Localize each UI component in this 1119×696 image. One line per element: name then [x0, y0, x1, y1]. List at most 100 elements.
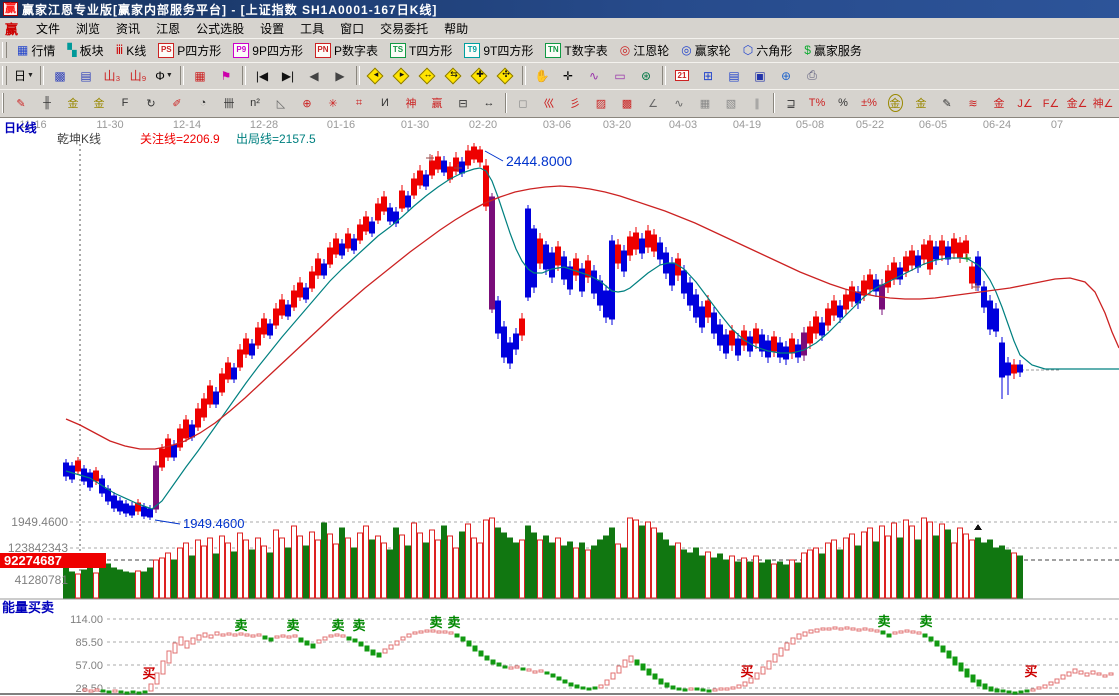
menu-item-2[interactable]: 资讯 — [108, 18, 148, 39]
gann-wheel-button[interactable]: ◎江恩轮 — [614, 40, 676, 61]
rail-count-tool-button[interactable]: 卌 — [216, 92, 242, 115]
spider-web-tool-button[interactable]: ⌗ — [346, 92, 372, 115]
p-number-table-button[interactable]: PNP数字表 — [309, 40, 384, 61]
histogram9-button[interactable]: 山₉ — [125, 64, 151, 88]
next-page-button[interactable]: ▶ — [327, 64, 353, 88]
measure-tool-button[interactable]: ∿ — [581, 64, 607, 88]
rail-lines-tool-button[interactable]: ╫ — [34, 92, 60, 115]
analysis-brain-button[interactable]: ⊛ — [633, 64, 659, 88]
calculator-button[interactable]: ⊞ — [695, 64, 721, 88]
spiral-tool-button[interactable]: ↻ — [138, 92, 164, 115]
gold-wave-tool-button[interactable]: ≋ — [960, 92, 986, 115]
gold-red-tool-button[interactable]: 金 — [986, 92, 1012, 115]
last-page-button[interactable]: ▶| — [275, 64, 301, 88]
p-square-button[interactable]: PSP四方形 — [152, 40, 227, 61]
f-rail-tool-button[interactable]: F — [112, 92, 138, 115]
fan-lines-tool-button[interactable]: 巛 — [536, 92, 562, 115]
toolbar-drag-handle[interactable] — [2, 93, 4, 113]
compress-left-diamond-button[interactable]: ◂ — [363, 64, 389, 88]
gold-level-tool-button[interactable]: 金 — [908, 92, 934, 115]
menu-item-9[interactable]: 帮助 — [436, 18, 476, 39]
first-page-button[interactable]: |◀ — [249, 64, 275, 88]
histogram3-button[interactable]: 山₃ — [99, 64, 125, 88]
f-angle-tool-button[interactable]: F∠ — [1038, 92, 1064, 115]
menu-item-6[interactable]: 工具 — [292, 18, 332, 39]
zigzag-tool-button[interactable]: ∿ — [666, 92, 692, 115]
hexagon-button[interactable]: ⬡六角形 — [737, 40, 799, 61]
nine-p-square-button[interactable]: P99P四方形 — [227, 40, 309, 61]
percent-tool-button[interactable]: % — [830, 92, 856, 115]
t-number-table-button[interactable]: TNT数字表 — [539, 40, 613, 61]
flag-marker-button[interactable]: ⚑ — [213, 64, 239, 88]
menu-item-5[interactable]: 设置 — [252, 18, 292, 39]
kline-button[interactable]: ⅲK线 — [110, 40, 153, 61]
angle-line-tool-button[interactable]: ∠ — [640, 92, 666, 115]
menu-item-4[interactable]: 公式选股 — [188, 18, 252, 39]
prev-page-button[interactable]: ◀ — [301, 64, 327, 88]
parallel-lines-tool-button[interactable]: ∥ — [744, 92, 770, 115]
shade-grid-tool-button[interactable]: ▨ — [588, 92, 614, 115]
single-candle-button[interactable]: Φ▼ — [151, 64, 177, 88]
fit-screen-diamond-button[interactable]: ✣ — [493, 64, 519, 88]
period-day-button[interactable]: 日▼ — [11, 64, 37, 88]
chart-area[interactable]: 11-1611-3012-1412-2801-1601-3002-2003-06… — [0, 117, 1119, 696]
menu-item-1[interactable]: 浏览 — [68, 18, 108, 39]
kline-chart[interactable]: 11-1611-3012-1412-2801-1601-3002-2003-06… — [0, 118, 1119, 696]
grid-fill2-tool-button[interactable]: ▧ — [718, 92, 744, 115]
ink-brush-tool-button[interactable]: ✎ — [934, 92, 960, 115]
save-button[interactable]: ▣ — [747, 64, 773, 88]
hand-tool-button[interactable]: ✋ — [529, 64, 555, 88]
winner-wheel-button[interactable]: ◎赢家轮 — [675, 40, 737, 61]
wave-mark-tool-button[interactable]: И — [372, 92, 398, 115]
span-tool-button[interactable]: ↔ — [476, 92, 502, 115]
sectors-button[interactable]: ▚板块 — [61, 40, 109, 61]
expand-all-diamond-button[interactable]: ✚ — [467, 64, 493, 88]
notepad-button[interactable]: ▤ — [721, 64, 747, 88]
ying-grid-tool-button[interactable]: 赢 — [424, 92, 450, 115]
box-frame-tool-button[interactable]: ◻ — [510, 92, 536, 115]
red-window-button[interactable]: ▦ — [187, 64, 213, 88]
compress-right-diamond-button[interactable]: ▸ — [389, 64, 415, 88]
shen-angle-tool-button[interactable]: 神∠ — [1090, 92, 1116, 115]
price-scale-tool-button[interactable]: ⊒ — [778, 92, 804, 115]
angle-fan-tool-button[interactable]: 彡 — [562, 92, 588, 115]
brush-tool-button[interactable]: ✎ — [8, 92, 34, 115]
radial-grid-tool-button[interactable]: ✳ — [320, 92, 346, 115]
h-compress-diamond-button[interactable]: ↔ — [415, 64, 441, 88]
marker-pen-tool-button[interactable]: ✐ — [164, 92, 190, 115]
mirror-angle-tool-button[interactable]: ◺ — [268, 92, 294, 115]
menu-item-3[interactable]: 江恩 — [148, 18, 188, 39]
ruler-tool-button[interactable]: ⊟ — [450, 92, 476, 115]
quotes-button[interactable]: ▦行情 — [11, 40, 61, 61]
save-net-button[interactable]: ⊕ — [773, 64, 799, 88]
menu-item-7[interactable]: 窗口 — [332, 18, 372, 39]
t-square-button[interactable]: TST四方形 — [384, 40, 458, 61]
calendar-button[interactable]: 21 — [669, 64, 695, 88]
percent-line-tool-button[interactable]: ±% — [856, 92, 882, 115]
box-tool-button[interactable]: ▭ — [607, 64, 633, 88]
print-export-button[interactable]: ⎙ — [799, 64, 825, 88]
nine-t-square-button[interactable]: T99T四方形 — [458, 40, 539, 61]
t-percent-tool-button[interactable]: T% — [804, 92, 830, 115]
gold-circle-tool-button[interactable]: 金 — [882, 92, 908, 115]
gold-grid2-tool-button[interactable]: 金 — [86, 92, 112, 115]
time-cycle-tool-button[interactable]: ◔ — [190, 92, 216, 115]
menu-item-8[interactable]: 交易委托 — [372, 18, 436, 39]
menu-item-0[interactable]: 文件 — [28, 18, 68, 39]
shade-grid2-tool-button[interactable]: ▩ — [614, 92, 640, 115]
info-doc-icon-button[interactable]: ▤ — [73, 64, 99, 88]
crosshair-button[interactable]: ✛ — [555, 64, 581, 88]
mdi-child-icon[interactable]: 赢 — [5, 19, 18, 38]
h-expand-diamond-button[interactable]: ⇆ — [441, 64, 467, 88]
shen-grid-tool-button[interactable]: 神 — [398, 92, 424, 115]
winner-service-button[interactable]: $赢家服务 — [798, 40, 868, 61]
gold-grid-tool-button[interactable]: 金 — [60, 92, 86, 115]
toolbar-drag-handle[interactable] — [2, 42, 7, 59]
circle-center-tool-button[interactable]: ⊕ — [294, 92, 320, 115]
gann-grid-icon-button[interactable]: ▩ — [47, 64, 73, 88]
n-square-tool-button[interactable]: n² — [242, 92, 268, 115]
toolbar-drag-handle[interactable] — [2, 66, 7, 85]
j-angle-tool-button[interactable]: J∠ — [1012, 92, 1038, 115]
gold-angle-tool-button[interactable]: 金∠ — [1064, 92, 1090, 115]
grid-fill-tool-button[interactable]: ▦ — [692, 92, 718, 115]
